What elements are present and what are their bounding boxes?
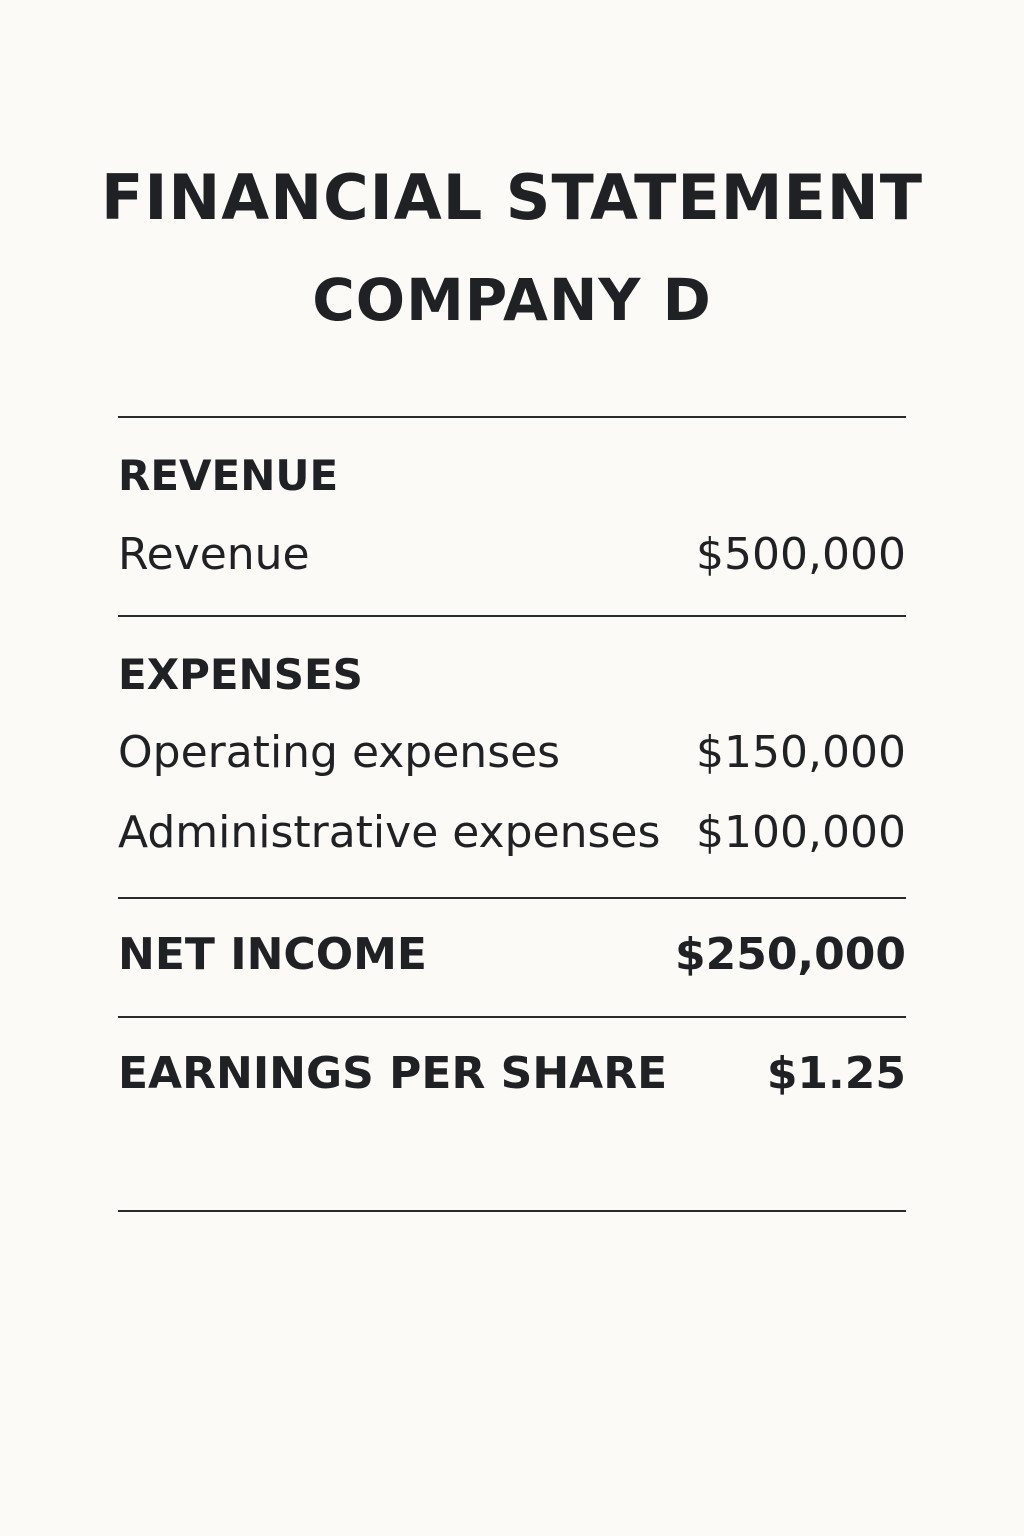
revenue-section-heading: REVENUE — [118, 455, 906, 497]
line-item-revenue: Revenue $500,000 — [118, 533, 906, 577]
line-item-administrative-expenses: Administrative expenses $100,000 — [118, 811, 906, 855]
divider — [118, 416, 906, 418]
page-title: FINANCIAL STATEMENT — [100, 161, 923, 234]
section-heading-label: REVENUE — [118, 451, 339, 500]
earnings-per-share-row: EARNINGS PER SHARE $1.25 — [118, 1052, 906, 1096]
company-name: COMPANY D — [312, 266, 712, 334]
earnings-per-share-label: EARNINGS PER SHARE — [118, 1048, 668, 1099]
line-item-amount: $150,000 — [696, 727, 906, 778]
net-income-row: NET INCOME $250,000 — [118, 933, 906, 977]
line-item-label: Operating expenses — [118, 727, 561, 778]
earnings-per-share-amount: $1.25 — [766, 1048, 906, 1099]
divider — [118, 615, 906, 617]
divider — [118, 897, 906, 899]
financial-statement-page: FINANCIAL STATEMENT COMPANY D REVENUE Re… — [0, 0, 1024, 1536]
divider — [118, 1210, 906, 1212]
line-item-amount: $500,000 — [696, 529, 906, 580]
line-item-label: Administrative expenses — [118, 807, 661, 858]
divider — [118, 1016, 906, 1018]
line-item-label: Revenue — [118, 529, 310, 580]
net-income-label: NET INCOME — [118, 929, 427, 980]
line-item-amount: $100,000 — [696, 807, 906, 858]
expenses-section-heading: EXPENSES — [118, 654, 906, 696]
section-heading-label: EXPENSES — [118, 650, 363, 699]
net-income-amount: $250,000 — [674, 929, 906, 980]
line-item-operating-expenses: Operating expenses $150,000 — [118, 731, 906, 775]
